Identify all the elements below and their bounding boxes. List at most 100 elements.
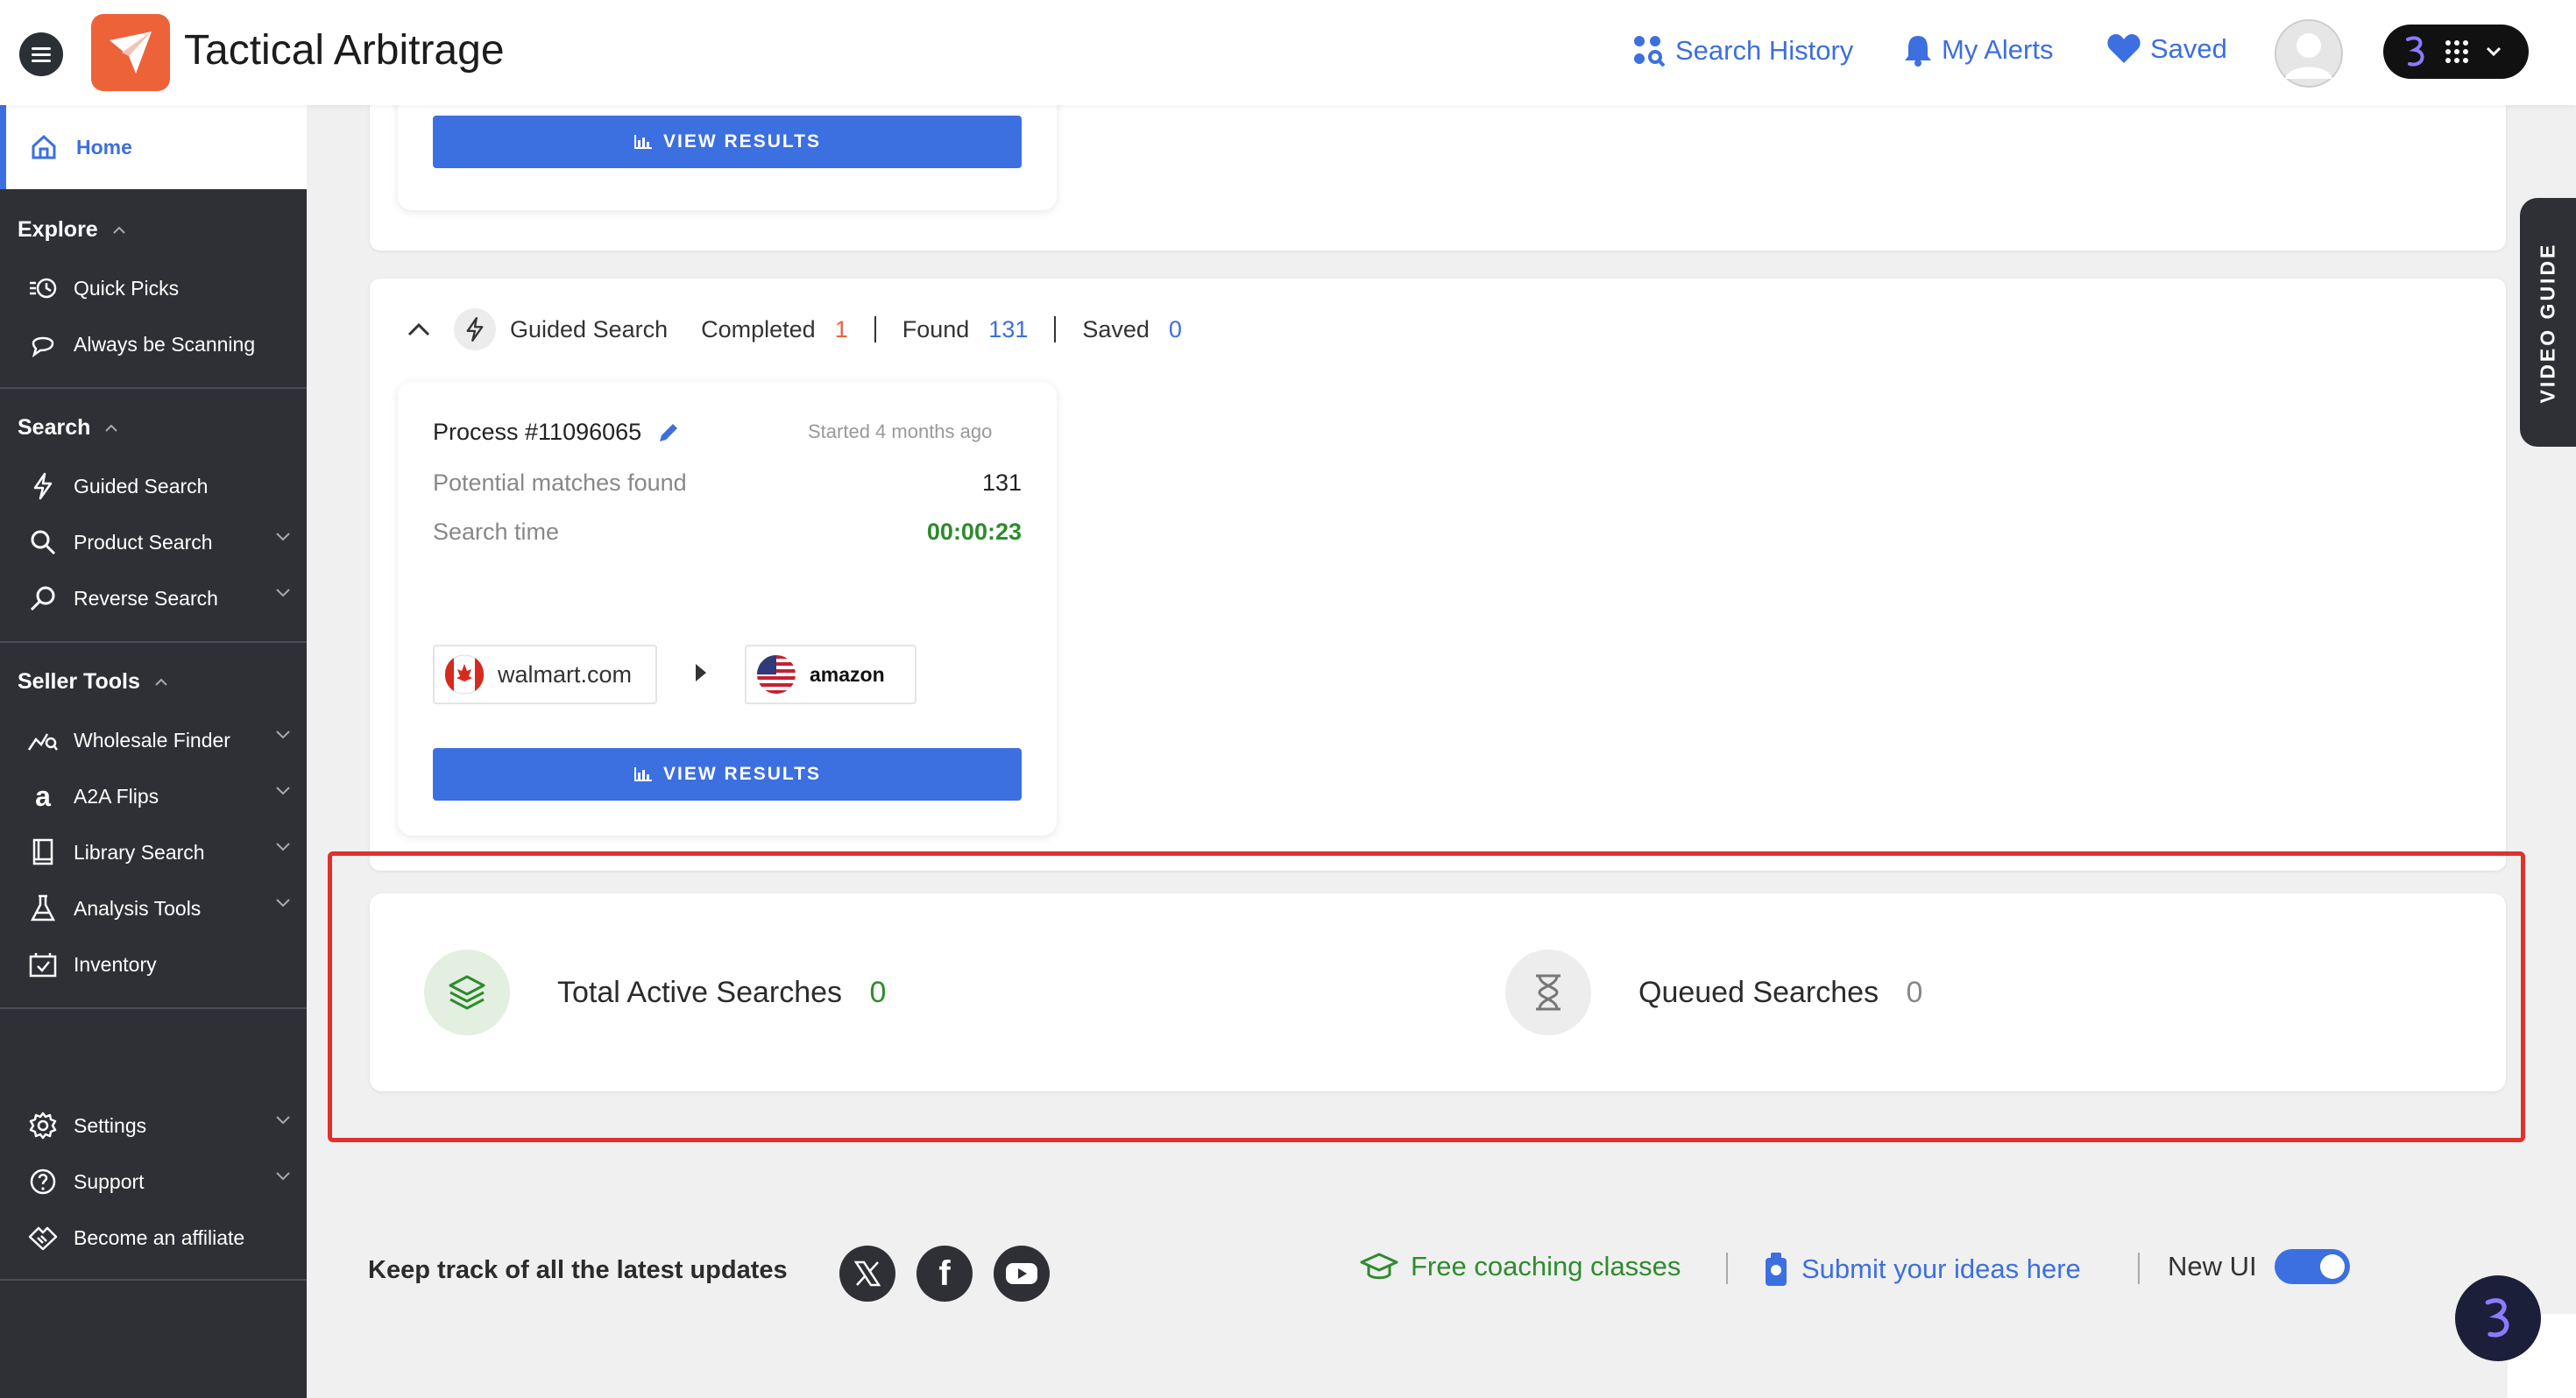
divider: [2138, 1253, 2140, 1284]
search-history-label: Search History: [1675, 35, 1854, 66]
chart-search-icon: [28, 725, 58, 755]
x-twitter-icon[interactable]: [839, 1246, 895, 1302]
sidebar-item-label: Always be Scanning: [74, 332, 256, 356]
sidebar-item-label: Become an affiliate: [74, 1225, 245, 1249]
sidebar-item-guided-search[interactable]: Guided Search: [28, 464, 291, 508]
chevron-down-icon: [276, 787, 290, 795]
graduation-cap-icon: [1360, 1253, 1398, 1280]
chevron-down-icon: [276, 899, 290, 907]
source-store-label: walmart.com: [498, 660, 633, 688]
process-name: Process #11096065: [433, 419, 642, 445]
lightning-icon: [454, 308, 496, 350]
view-results-label: VIEW RESULTS: [663, 764, 821, 784]
sidebar-item-label: Quick Picks: [74, 276, 180, 300]
sidebar-item-label: A2A Flips: [74, 784, 159, 808]
youtube-icon[interactable]: [994, 1246, 1050, 1302]
completed-label: Completed: [701, 315, 816, 342]
sidebar-item-become-affiliate[interactable]: Become an affiliate: [28, 1216, 291, 1260]
view-results-button[interactable]: VIEW RESULTS: [433, 748, 1022, 801]
search-history-link[interactable]: Search History: [1631, 33, 1853, 68]
section-search[interactable]: Search: [18, 415, 118, 441]
view-results-button[interactable]: VIEW RESULTS: [433, 116, 1022, 168]
chevron-down-icon: [276, 1116, 290, 1125]
pencil-icon[interactable]: [657, 421, 680, 444]
my-alerts-link[interactable]: My Alerts: [1903, 33, 2053, 67]
free-coaching-label: Free coaching classes: [1411, 1251, 1681, 1282]
home-icon: [32, 134, 56, 159]
updates-text: Keep track of all the latest updates: [368, 1256, 788, 1284]
section-seller-tools[interactable]: Seller Tools: [18, 669, 168, 695]
matches-label: Potential matches found: [433, 470, 687, 496]
help-icon: [28, 1167, 58, 1197]
saved-label: Saved: [1082, 315, 1150, 342]
completed-count: 1: [834, 315, 848, 342]
logo-icon[interactable]: [91, 14, 170, 91]
sidebar-item-inventory[interactable]: Inventory: [28, 943, 291, 986]
quick-picks-icon: [28, 273, 58, 303]
sidebar-item-library-search[interactable]: Library Search: [28, 830, 291, 874]
app-title: Tactical Arbitrage: [184, 27, 505, 74]
hamburger-menu-button[interactable]: [19, 32, 63, 76]
submit-ideas-link[interactable]: Submit your ideas here: [1763, 1251, 2081, 1288]
my-alerts-label: My Alerts: [1942, 34, 2054, 65]
sidebar-item-home[interactable]: Home: [0, 105, 307, 189]
flask-icon: [28, 893, 58, 923]
sidebar-item-analysis-tools[interactable]: Analysis Tools: [28, 886, 291, 930]
process-title-row: Process #11096065: [433, 419, 680, 446]
guided-search-title: Guided Search: [510, 315, 669, 342]
grid-icon: [2445, 40, 2468, 63]
matches-value: 131: [981, 470, 1022, 496]
sidebar-item-label: Library Search: [74, 840, 205, 864]
saved-link[interactable]: Saved: [2106, 33, 2227, 65]
previous-search-card: VIEW RESULTS: [370, 79, 2506, 251]
inventory-icon: [28, 950, 58, 979]
avatar[interactable]: [2275, 19, 2343, 88]
sidebar-item-quick-picks[interactable]: Quick Picks: [28, 266, 291, 310]
submit-ideas-label: Submit your ideas here: [1801, 1253, 2081, 1284]
new-ui-toggle[interactable]: [2275, 1249, 2350, 1284]
view-results-label: VIEW RESULTS: [663, 131, 821, 152]
target-store-label: amazon: [810, 662, 885, 686]
section-explore[interactable]: Explore: [18, 217, 126, 243]
sidebar-item-label: Settings: [74, 1113, 147, 1137]
sidebar: Home Explore Quick Picks Always be Scann…: [0, 105, 307, 1398]
sidebar-item-always-be-scanning[interactable]: Always be Scanning: [28, 322, 291, 366]
sidebar-item-label: Wholesale Finder: [74, 728, 230, 752]
reverse-search-icon: [28, 583, 58, 613]
us-flag-icon: [757, 655, 796, 694]
lightning-icon: [28, 471, 58, 501]
chevron-up-icon: [155, 678, 167, 686]
highlight-box: [328, 851, 2525, 1142]
facebook-icon[interactable]: f: [916, 1246, 973, 1302]
sidebar-item-settings[interactable]: Settings: [28, 1104, 291, 1147]
chevron-up-icon: [105, 424, 118, 432]
apps-switcher-button[interactable]: [2383, 25, 2529, 79]
sidebar-item-wholesale-finder[interactable]: Wholesale Finder: [28, 718, 291, 762]
found-count: 131: [988, 315, 1029, 342]
chevron-up-icon[interactable]: [407, 321, 431, 337]
search-time-value: 00:00:23: [926, 519, 1022, 545]
sidebar-item-product-search[interactable]: Product Search: [28, 520, 291, 564]
search-icon: [28, 527, 58, 557]
sidebar-item-support[interactable]: Support: [28, 1160, 291, 1204]
matches-row: Potential matches found 131: [433, 470, 1022, 497]
book-icon: [28, 837, 58, 867]
sidebar-item-label: Reverse Search: [74, 586, 218, 610]
video-guide-label: VIDEO GUIDE: [2536, 242, 2559, 403]
chevron-down-icon: [276, 533, 290, 541]
bar-chart-icon: [634, 135, 653, 149]
chat-icon: [28, 329, 58, 359]
search-time-label: Search time: [433, 519, 560, 545]
free-coaching-link[interactable]: Free coaching classes: [1360, 1251, 1681, 1282]
sidebar-item-a2a-flips[interactable]: a A2A Flips: [28, 774, 291, 818]
video-guide-tab[interactable]: VIDEO GUIDE: [2520, 198, 2576, 447]
bar-chart-icon: [634, 767, 653, 781]
lightbulb-icon: [1766, 1253, 1787, 1286]
saved-label: Saved: [2150, 33, 2227, 64]
heart-icon: [2107, 34, 2141, 63]
sidebar-item-reverse-search[interactable]: Reverse Search: [28, 576, 291, 620]
divider: [0, 1279, 307, 1281]
chat-launcher-button[interactable]: [2455, 1275, 2541, 1361]
bell-icon: [1905, 36, 1931, 67]
gear-icon: [28, 1111, 58, 1140]
